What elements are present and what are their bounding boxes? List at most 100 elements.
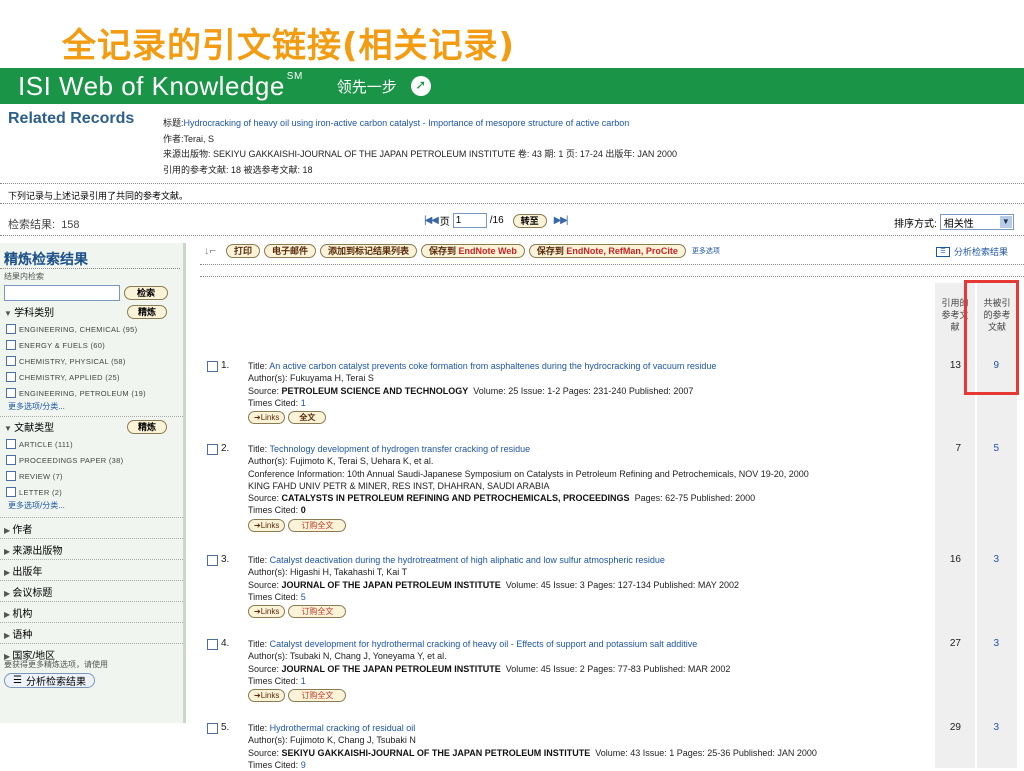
page-input[interactable] — [452, 213, 487, 228]
record-checkbox[interactable] — [207, 360, 218, 372]
arrow-go-icon[interactable]: ➚ — [410, 76, 431, 96]
refine-subject-button[interactable]: 精炼 — [126, 304, 167, 319]
more-options-link[interactable]: 更多选项/分类... — [0, 401, 183, 412]
next-last-page-icon[interactable]: ▶ ▶| — [554, 215, 569, 226]
cited-refs-count: 29 — [949, 722, 961, 733]
record-checkbox[interactable] — [207, 554, 218, 566]
links-button[interactable]: ➔Links — [248, 518, 286, 532]
order-full-text-button[interactable]: 订购全文 — [288, 605, 347, 619]
cited-refs-count: 7 — [955, 443, 961, 454]
checkbox[interactable] — [6, 340, 16, 350]
print-button[interactable]: 打印 — [225, 244, 260, 258]
toolbar: ↓⌐ 打印 电子邮件 添加到标记结果列表 保存到 EndNote Web 保存到… — [204, 244, 720, 258]
links-button[interactable]: ➔Links — [248, 605, 286, 619]
times-cited-link[interactable]: 1 — [301, 676, 306, 686]
times-cited-link[interactable]: 9 — [301, 760, 306, 770]
sort-control: 排序方式: 相关性 ▼ — [894, 214, 1014, 230]
times-cited-value: 0 — [300, 505, 306, 516]
save-endnote-button[interactable]: 保存到 EndNote, RefMan, ProCite — [528, 244, 686, 258]
shared-refs-count[interactable]: 3 — [975, 722, 999, 733]
cited-refs-count: 16 — [949, 554, 961, 565]
order-full-text-button[interactable]: 订购全文 — [288, 689, 347, 703]
doctype-option[interactable]: PROCEEDINGS PAPER (38) — [0, 452, 183, 468]
record-title-link[interactable]: Catalyst deactivation during the hydrotr… — [270, 555, 665, 565]
go-page-button[interactable]: 转至 — [512, 213, 547, 228]
checkbox[interactable] — [6, 439, 16, 449]
pager: |◀ ◀ 页 /16 转至 ▶ ▶| — [424, 213, 569, 228]
add-marked-button[interactable]: 添加到标记结果列表 — [319, 244, 417, 258]
more-options-link[interactable]: 更多选项/分类... — [0, 500, 183, 511]
checkbox[interactable] — [6, 388, 16, 398]
checkbox[interactable] — [6, 324, 16, 334]
cited-refs-count: 13 — [949, 360, 961, 371]
refs-line: 引用的参考文献: 18 被选参考文献: 18 — [163, 164, 313, 175]
times-cited-link[interactable]: 5 — [301, 592, 306, 602]
record-title-link[interactable]: Technology development of hydrogen trans… — [270, 444, 531, 454]
source-record-meta: 标题:Hydrocracking of heavy oil using iron… — [163, 116, 677, 178]
source-title-link[interactable]: Hydrocracking of heavy oil using iron-ac… — [184, 118, 630, 128]
checkbox[interactable] — [6, 356, 16, 366]
common-refs-note: 下列记录与上述记录引用了共同的参考文献。 — [8, 191, 189, 201]
times-cited-link[interactable]: 1 — [301, 398, 306, 408]
refine-sidebar: 精炼检索结果 结果内检索 检索 学科类别精炼 ENGINEERING, CHEM… — [0, 243, 186, 723]
refine-conference[interactable]: 会议标题 — [0, 580, 183, 601]
checkbox[interactable] — [6, 487, 16, 497]
subject-category-header[interactable]: 学科类别 — [4, 304, 54, 319]
checkbox[interactable] — [6, 372, 16, 382]
doctype-header[interactable]: 文献类型 — [4, 419, 54, 434]
subject-option[interactable]: ENGINEERING, CHEMICAL (95) — [0, 321, 183, 337]
links-button[interactable]: ➔Links — [248, 689, 286, 703]
doctype-option[interactable]: ARTICLE (111) — [0, 436, 183, 452]
links-button[interactable]: ➔Links — [248, 411, 286, 425]
check-arrow-icon: ↓⌐ — [204, 245, 216, 257]
refine-title: 精炼检索结果 — [0, 243, 180, 269]
doctype-option[interactable]: REVIEW (7) — [0, 468, 183, 484]
refine-source[interactable]: 来源出版物 — [0, 538, 183, 559]
analyze-results-button[interactable]: ☰ 分析检索结果 — [4, 673, 95, 688]
sort-select[interactable]: 相关性 ▼ — [939, 214, 1014, 230]
subject-option[interactable]: CHEMISTRY, APPLIED (25) — [0, 369, 183, 385]
email-button[interactable]: 电子邮件 — [263, 244, 316, 258]
refine-authors[interactable]: 作者 — [0, 517, 183, 538]
banner-slogan: 领先一步 — [336, 77, 397, 96]
shared-refs-count[interactable]: 5 — [975, 443, 999, 454]
record-checkbox[interactable] — [207, 722, 218, 734]
list-icon: ☰ — [13, 675, 22, 686]
refine-doctype-button[interactable]: 精炼 — [126, 419, 167, 434]
full-text-button[interactable]: 全文 — [288, 411, 327, 425]
chevron-down-icon[interactable]: ▼ — [999, 216, 1012, 228]
list-icon: ☰ — [936, 246, 950, 257]
search-within-button[interactable]: 检索 — [124, 286, 169, 300]
shared-refs-count[interactable]: 3 — [975, 554, 999, 565]
record-title-link[interactable]: An active carbon catalyst prevents coke … — [269, 361, 716, 371]
highlight-box — [964, 280, 1019, 395]
checkbox[interactable] — [6, 471, 16, 481]
record-checkbox[interactable] — [207, 638, 218, 650]
record-checkbox[interactable] — [207, 443, 218, 455]
refine-country[interactable]: 国家/地区 — [0, 643, 183, 662]
isi-brand[interactable]: ISI Web of Knowledge SM — [18, 71, 303, 102]
record-title-link[interactable]: Catalyst development for hydrothermal cr… — [270, 639, 698, 649]
subject-option[interactable]: CHEMISTRY, PHYSICAL (58) — [0, 353, 183, 369]
save-endnote-web-button[interactable]: 保存到 EndNote Web — [420, 244, 525, 258]
first-prev-page-icon[interactable]: |◀ ◀ — [424, 215, 439, 226]
record-title-link[interactable]: Hydrothermal cracking of residual oil — [270, 723, 416, 733]
slide-title: 全记录的引文链接(相关记录) — [62, 26, 516, 66]
order-full-text-button[interactable]: 订购全文 — [288, 518, 347, 532]
more-options-link[interactable]: 更多选项 — [692, 246, 720, 256]
section-title: Related Records — [8, 110, 135, 127]
subject-option[interactable]: ENGINEERING, PETROLEUM (19) — [0, 385, 183, 401]
subject-option[interactable]: ENERGY & FUELS (60) — [0, 337, 183, 353]
isi-banner: ISI Web of Knowledge SM 领先一步 ➚ — [0, 68, 1024, 104]
shared-refs-count[interactable]: 3 — [975, 638, 999, 649]
cited-refs-count: 27 — [949, 638, 961, 649]
analyze-results-link[interactable]: ☰ 分析检索结果 — [936, 245, 1008, 258]
refine-language[interactable]: 语种 — [0, 622, 183, 643]
source-line: 来源出版物: SEKIYU GAKKAISHI-JOURNAL OF THE J… — [163, 149, 677, 159]
results-count: 检索结果: 158 — [8, 219, 80, 231]
doctype-option[interactable]: LETTER (2) — [0, 484, 183, 500]
refine-institution[interactable]: 机构 — [0, 601, 183, 622]
refine-year[interactable]: 出版年 — [0, 559, 183, 580]
search-within-input[interactable] — [4, 285, 120, 301]
checkbox[interactable] — [6, 455, 16, 465]
